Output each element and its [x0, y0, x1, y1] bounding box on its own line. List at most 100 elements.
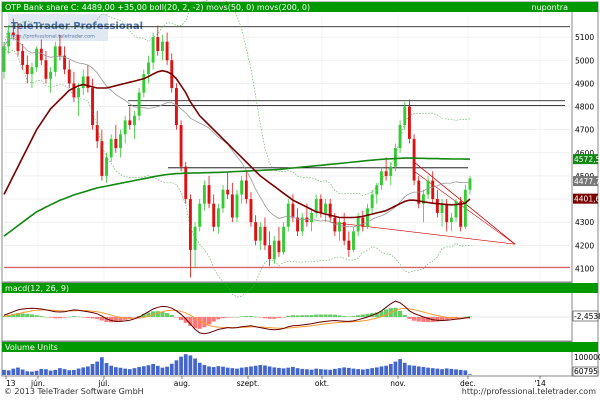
volume-bar — [230, 368, 235, 375]
footer-copyright: © 2013 TeleTrader Software GmbH — [4, 387, 144, 396]
volume-bar — [123, 368, 128, 375]
volume-bar — [53, 369, 58, 375]
volume-bar — [137, 367, 142, 375]
footer-url: http://professional.teletrader.com — [462, 387, 596, 396]
macd-histogram-bar — [90, 317, 95, 319]
volume-bar — [295, 368, 300, 375]
macd-histogram-bar — [25, 313, 30, 317]
volume-bar — [239, 367, 244, 375]
candle-body — [431, 180, 435, 200]
volume-bar — [86, 366, 90, 375]
volume-bar — [402, 362, 407, 375]
candle-body — [291, 203, 295, 218]
macd-histogram-bar — [393, 307, 398, 317]
macd-histogram-bar — [67, 316, 72, 318]
volume-bar — [174, 360, 179, 375]
candle-body — [468, 178, 472, 190]
y-tick-label: 4200 — [575, 241, 594, 250]
price-value-label: 4572,57 — [574, 155, 600, 164]
volume-bar — [430, 368, 435, 375]
candle-body — [11, 32, 15, 35]
candle-body — [440, 203, 444, 213]
volume-bar — [421, 367, 426, 375]
candle-body — [114, 138, 118, 149]
candle-body — [380, 171, 383, 186]
candle-body — [174, 88, 178, 126]
macd-histogram-bar — [248, 315, 254, 317]
volume-bar — [449, 368, 454, 375]
candle-body — [105, 157, 108, 176]
macd-histogram-bar — [34, 315, 39, 317]
volume-bar — [244, 367, 249, 375]
stock-chart: OTP Bank share C: 4489,00 +35,00 boll(20… — [1, 0, 600, 396]
candle-body — [72, 83, 76, 98]
volume-bar — [286, 367, 291, 375]
volume-bar — [155, 365, 160, 375]
macd-histogram-bar — [398, 310, 403, 317]
volume-bar — [207, 366, 211, 375]
candle-body — [445, 203, 449, 223]
candle-body — [249, 199, 253, 223]
macd-histogram-bar — [178, 317, 184, 321]
volume-bar — [221, 366, 225, 375]
candle-body — [133, 115, 136, 126]
candle-body — [398, 125, 402, 149]
macd-title: macd(12, 26, 9) — [5, 284, 69, 293]
volume-bar — [360, 369, 365, 375]
candle-body — [389, 166, 393, 176]
volume-bar — [272, 367, 277, 375]
volume-bar — [81, 367, 86, 375]
candle-body — [81, 76, 85, 89]
macd-histogram-bar — [407, 317, 412, 319]
macd-histogram-bar — [211, 317, 216, 322]
volume-bar — [263, 365, 267, 375]
volume-bar — [90, 364, 95, 375]
volume-bar — [370, 368, 375, 375]
candle-body — [100, 141, 104, 176]
candle-body — [142, 74, 146, 93]
macd-histogram-bar — [318, 314, 323, 317]
volume-bar — [412, 365, 416, 375]
volume-bar — [468, 374, 472, 375]
volume-bar — [34, 370, 39, 375]
macd-histogram-bar — [230, 317, 235, 318]
candle-body — [25, 64, 29, 75]
candle-body — [207, 185, 211, 204]
volume-bar — [328, 369, 333, 375]
volume-bar — [58, 368, 62, 375]
macd-histogram-bar — [206, 317, 212, 325]
macd-histogram-bar — [411, 317, 417, 321]
candle-body — [123, 120, 127, 135]
macd-histogram-bar — [309, 315, 314, 317]
volume-bar — [211, 367, 216, 375]
volume-bar — [165, 366, 169, 375]
macd-histogram-bar — [416, 317, 421, 322]
candle-body — [319, 199, 323, 213]
macd-histogram-bar — [95, 317, 100, 320]
macd-histogram-bar — [346, 316, 351, 317]
macd-title-bar — [2, 283, 598, 293]
x-tick-label: nov. — [390, 379, 406, 388]
candle-body — [361, 217, 365, 227]
x-tick-label: szept. — [237, 379, 260, 388]
volume-bar — [225, 367, 230, 375]
macd-histogram-bar — [202, 317, 207, 328]
volume-bar — [426, 367, 430, 375]
candle-body — [338, 222, 341, 232]
volume-bar — [384, 365, 388, 375]
price-value-label: 4477,75 — [574, 177, 600, 186]
candle-body — [407, 106, 411, 139]
candle-body — [39, 48, 43, 61]
candle-body — [356, 217, 360, 232]
volume-bar — [393, 361, 398, 375]
macd-histogram-bar — [76, 316, 81, 318]
candle-body — [198, 203, 202, 227]
candle-body — [459, 201, 463, 227]
macd-histogram-bar — [220, 317, 226, 319]
macd-histogram-bar — [71, 316, 76, 317]
volume-bar — [197, 362, 202, 375]
volume-bar — [314, 368, 319, 375]
candle-body — [463, 189, 467, 227]
macd-histogram-bar — [169, 314, 174, 317]
macd-histogram-bar — [57, 317, 63, 319]
